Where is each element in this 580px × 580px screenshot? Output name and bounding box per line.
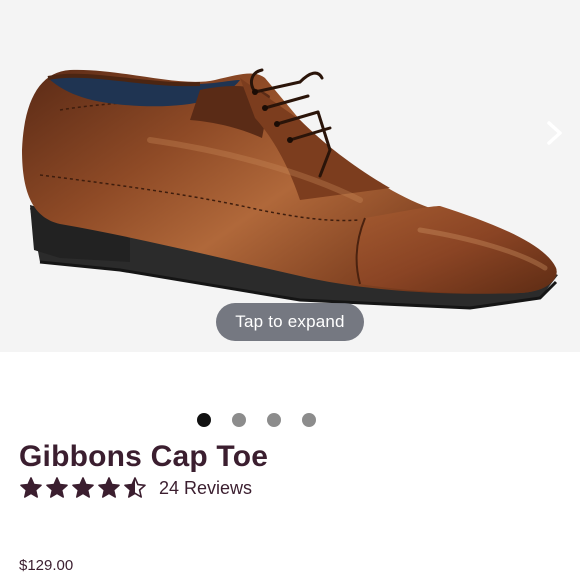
- star-half-icon: [124, 477, 146, 498]
- star-full-icon: [98, 477, 120, 498]
- pagination-dot[interactable]: [231, 413, 246, 427]
- pagination-dot[interactable]: [266, 413, 281, 427]
- star-full-icon: [46, 477, 68, 498]
- star-full-icon: [72, 477, 94, 498]
- pagination-dot[interactable]: [301, 413, 316, 427]
- pagination-dot[interactable]: [196, 413, 211, 427]
- chevron-right-icon[interactable]: [544, 118, 566, 148]
- gallery-pagination: [0, 412, 580, 428]
- product-image-gallery[interactable]: Tap to expand: [0, 0, 580, 352]
- shoe-image: [22, 68, 558, 310]
- star-full-icon: [20, 477, 42, 498]
- rating-row: 24 Reviews: [19, 476, 252, 500]
- reviews-link[interactable]: 24 Reviews: [159, 478, 252, 499]
- star-rating: [19, 476, 147, 500]
- tap-to-expand-button[interactable]: Tap to expand: [216, 303, 364, 341]
- product-price: $129.00: [19, 557, 74, 574]
- product-title: Gibbons Cap Toe: [19, 440, 269, 473]
